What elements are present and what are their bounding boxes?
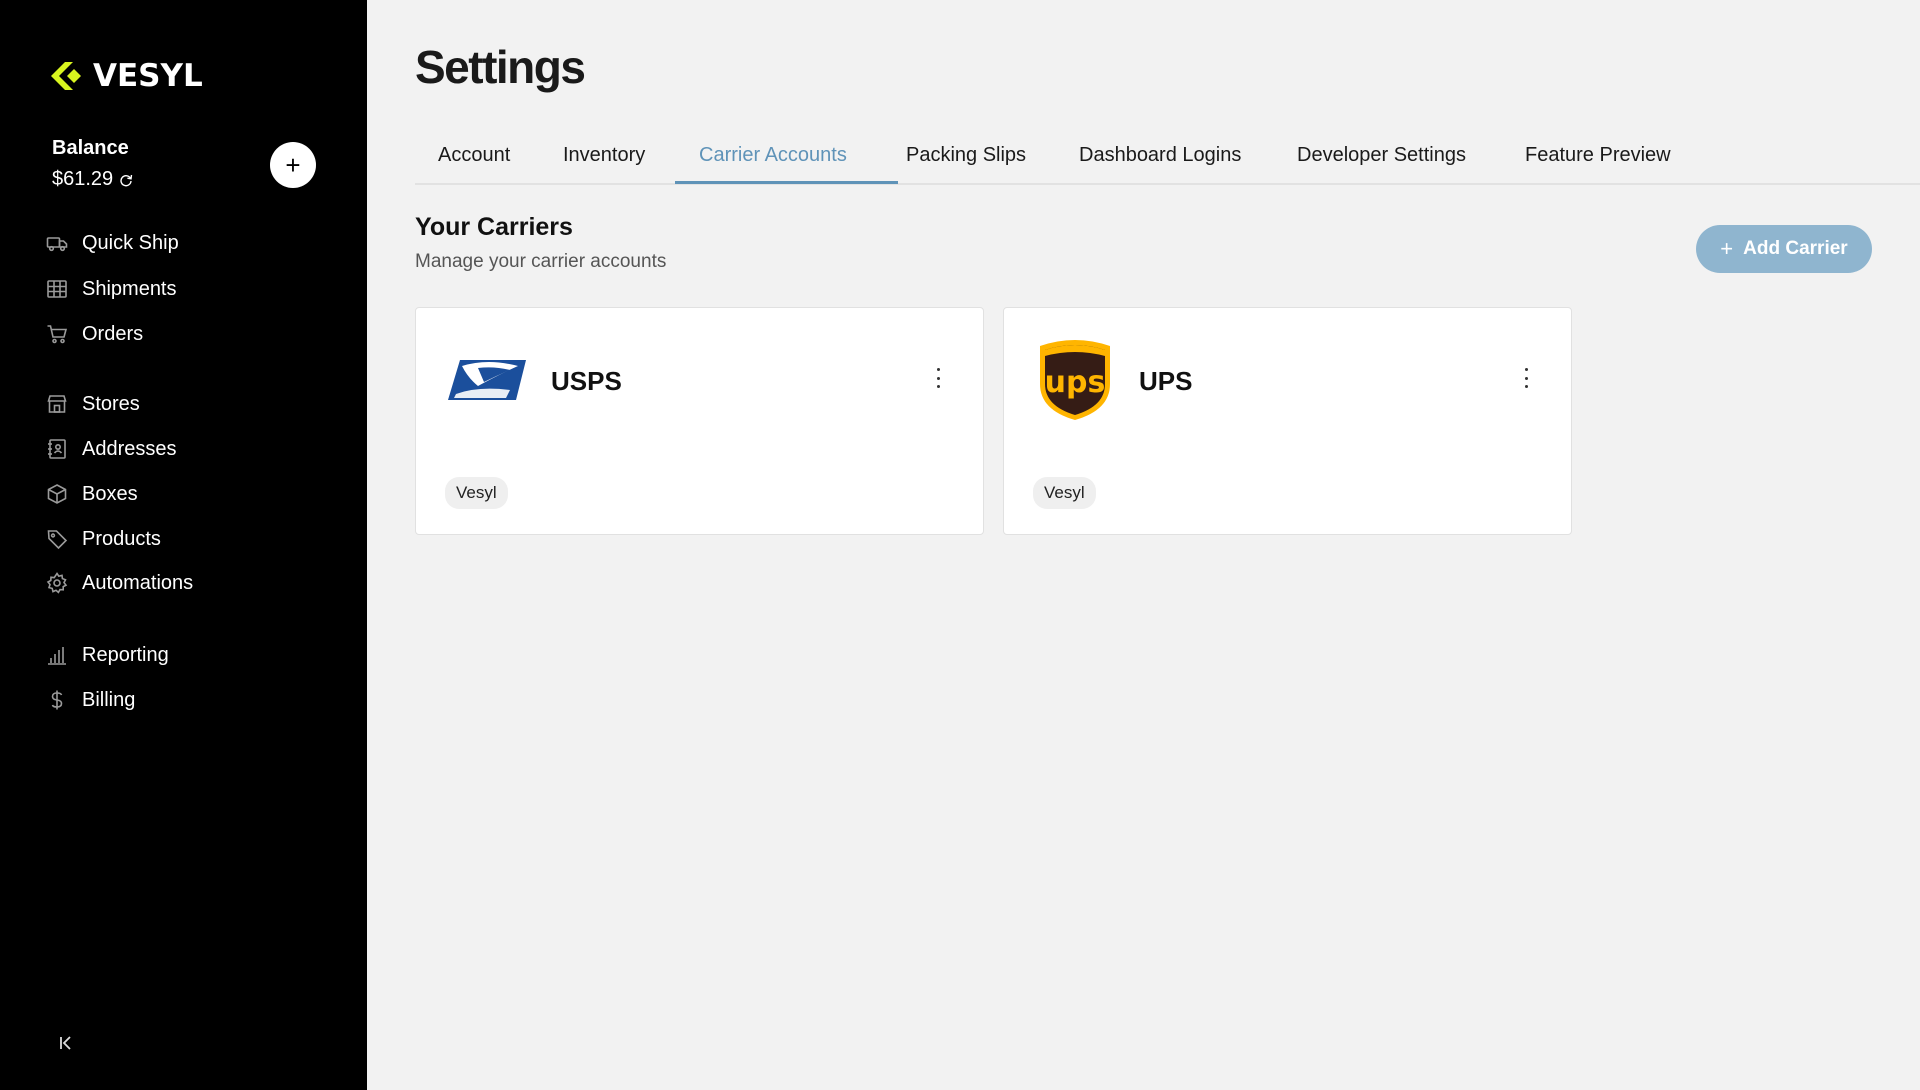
- tab-inventory[interactable]: Inventory: [563, 144, 645, 167]
- section-subtitle: Manage your carrier accounts: [415, 251, 667, 272]
- box-icon: [47, 484, 67, 504]
- bar-chart-icon: [48, 647, 66, 665]
- tab-account[interactable]: Account: [438, 144, 510, 167]
- page-title: Settings: [415, 41, 586, 93]
- nav-label: Addresses: [82, 437, 177, 460]
- carrier-card-usps[interactable]: USPS Vesyl: [415, 307, 984, 535]
- sidebar: VESYL Balance $61.29 + Quick Ship Shipme…: [0, 0, 367, 1090]
- vesyl-mark-icon: [51, 62, 81, 90]
- tab-packing-slips[interactable]: Packing Slips: [906, 144, 1026, 167]
- cart-icon: [47, 325, 68, 344]
- carrier-name: USPS: [551, 366, 622, 396]
- nav-item-orders[interactable]: Orders: [46, 320, 143, 348]
- carrier-badge: Vesyl: [445, 477, 508, 509]
- carrier-card-ups[interactable]: ups UPS Vesyl: [1003, 307, 1572, 535]
- store-icon: [47, 395, 67, 413]
- usps-eagle-logo: [448, 360, 526, 400]
- truck-icon: [46, 237, 68, 252]
- nav-item-boxes[interactable]: Boxes: [46, 480, 138, 508]
- ups-shield-logo: ups: [1040, 340, 1110, 420]
- nav-item-reporting[interactable]: Reporting: [46, 641, 169, 669]
- nav-label: Quick Ship: [82, 231, 179, 254]
- active-tab-indicator: [675, 181, 898, 184]
- nav-label: Orders: [82, 322, 144, 345]
- nav-item-shipments[interactable]: Shipments: [46, 275, 177, 303]
- carrier-name: UPS: [1139, 366, 1193, 396]
- carrier-badge: Vesyl: [1033, 477, 1096, 509]
- svg-text:ups: ups: [1045, 365, 1106, 400]
- nav-label: Stores: [82, 392, 140, 415]
- tab-feature-preview[interactable]: Feature Preview: [1525, 144, 1671, 167]
- plus-icon: +: [1720, 236, 1734, 261]
- more-options-icon[interactable]: [1523, 368, 1529, 388]
- tab-dashboard-logins[interactable]: Dashboard Logins: [1079, 144, 1241, 167]
- nav-item-products[interactable]: Products: [46, 525, 161, 553]
- section-title: Your Carriers: [415, 213, 573, 241]
- add-balance-button[interactable]: +: [270, 142, 316, 188]
- nav-label: Reporting: [82, 643, 169, 666]
- dollar-icon: [51, 690, 63, 710]
- nav-item-quick-ship[interactable]: Quick Ship: [46, 229, 179, 257]
- nav-label: Boxes: [82, 482, 138, 505]
- tag-icon: [47, 530, 68, 550]
- nav-label: Automations: [82, 571, 194, 594]
- nav-item-billing[interactable]: Billing: [46, 686, 135, 714]
- collapse-sidebar-button[interactable]: [58, 1035, 74, 1056]
- gear-icon: [46, 572, 68, 594]
- nav-label: Products: [82, 527, 161, 550]
- add-carrier-label: Add Carrier: [1743, 238, 1848, 259]
- balance-value: $61.29: [52, 168, 133, 191]
- nav-item-addresses[interactable]: Addresses: [46, 435, 177, 463]
- collapse-icon: [60, 1036, 71, 1050]
- address-book-icon: [48, 439, 66, 459]
- tab-developer-settings[interactable]: Developer Settings: [1297, 144, 1466, 167]
- nav-label: Billing: [82, 688, 136, 711]
- balance-label: Balance: [52, 137, 129, 159]
- settings-tabs: Account Inventory Carrier Accounts Packi…: [415, 132, 1920, 185]
- grid-icon: [47, 280, 67, 298]
- balance-amount: $61.29: [52, 168, 114, 190]
- tab-carrier-accounts[interactable]: Carrier Accounts: [699, 144, 847, 167]
- nav-label: Shipments: [82, 277, 177, 300]
- nav-item-stores[interactable]: Stores: [46, 390, 140, 418]
- brand-name: VESYL: [93, 58, 203, 94]
- brand-logo[interactable]: VESYL: [51, 58, 203, 94]
- refresh-icon[interactable]: [119, 173, 133, 187]
- nav-item-automations[interactable]: Automations: [46, 569, 193, 597]
- more-options-icon[interactable]: [935, 368, 941, 388]
- add-carrier-button[interactable]: + Add Carrier: [1696, 225, 1872, 273]
